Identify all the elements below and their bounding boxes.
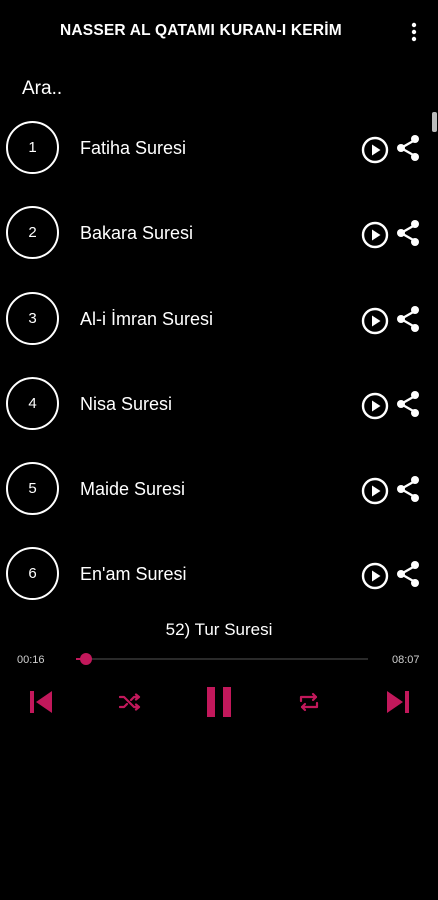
share-icon [397,135,419,161]
surah-number: 3 [28,309,37,327]
surah-number-circle: 6 [6,547,59,601]
surah-number: 1 [28,139,37,156]
repeat-icon [299,692,319,712]
next-button[interactable] [383,686,413,718]
surah-row[interactable]: 6 En'am Suresi [0,532,438,612]
share-button[interactable] [395,560,421,588]
surah-title: En'am Suresi [80,564,187,585]
play-button[interactable] [361,136,389,164]
play-circle-icon [361,307,389,334]
play-circle-icon [361,563,389,590]
play-circle-icon [361,222,389,249]
share-button[interactable] [395,390,421,418]
surah-number: 4 [28,394,37,412]
play-button[interactable] [361,221,389,249]
surah-number: 5 [28,480,37,498]
share-button[interactable] [395,305,421,333]
play-button[interactable] [361,392,389,420]
repeat-button[interactable] [295,686,323,718]
app-bar: NASSER AL QATAMI KURAN-I KERİM [0,0,438,62]
share-icon [397,561,419,588]
overflow-menu-button[interactable] [402,18,426,46]
pause-icon [207,687,231,717]
share-icon [397,220,419,247]
surah-row[interactable]: 3 Al-i İmran Suresi [0,277,438,362]
surah-row[interactable]: 5 Maide Suresi [0,447,438,532]
play-circle-icon [361,392,389,420]
skip-previous-icon [30,691,52,713]
duration-time: 08:07 [392,654,420,666]
surah-number: 6 [28,565,37,583]
surah-number-circle: 4 [6,376,59,430]
share-icon [397,390,419,417]
pause-button[interactable] [204,686,234,718]
share-icon [397,476,419,503]
share-button[interactable] [395,219,421,247]
shuffle-icon [119,693,141,711]
app-title: NASSER AL QATAMI KURAN-I KERİM [60,22,342,39]
more-vertical-icon [411,22,417,42]
current-time: 00:16 [17,654,45,666]
skip-next-icon [387,691,409,713]
previous-button[interactable] [26,686,56,718]
play-button[interactable] [361,307,389,335]
surah-title: Al-i İmran Suresi [80,308,214,329]
surah-title: Bakara Suresi [80,223,194,244]
surah-title: Nisa Suresi [80,393,173,414]
surah-number-circle: 5 [6,462,59,516]
play-circle-icon [361,136,389,164]
surah-number: 2 [28,224,37,242]
play-button[interactable] [361,477,389,505]
search-bar [22,74,322,104]
play-button[interactable] [361,562,389,590]
search-input[interactable] [22,74,322,104]
surah-number-circle: 3 [6,291,59,345]
share-icon [397,305,419,332]
shuffle-button[interactable] [116,686,144,718]
share-button[interactable] [395,134,421,162]
surah-title: Maide Suresi [80,479,186,500]
surah-number-circle: 1 [6,121,59,174]
scrollbar-thumb[interactable] [432,112,437,132]
surah-row[interactable]: 1 Fatiha Suresi [0,106,438,191]
share-button[interactable] [395,475,421,503]
surah-row[interactable]: 4 Nisa Suresi [0,362,438,447]
surah-title: Fatiha Suresi [80,138,187,158]
seek-thumb[interactable] [79,653,92,665]
surah-number-circle: 2 [6,206,59,260]
surah-list[interactable]: 1 Fatiha Suresi 2 Bakara Suresi 3 Al-i İmran … [0,106,438,612]
seek-track [76,658,368,660]
play-circle-icon [361,477,389,505]
now-playing-title: 52) Tur Suresi [165,620,273,639]
surah-row[interactable]: 2 Bakara Suresi [0,191,438,276]
seek-bar[interactable] [76,653,368,665]
